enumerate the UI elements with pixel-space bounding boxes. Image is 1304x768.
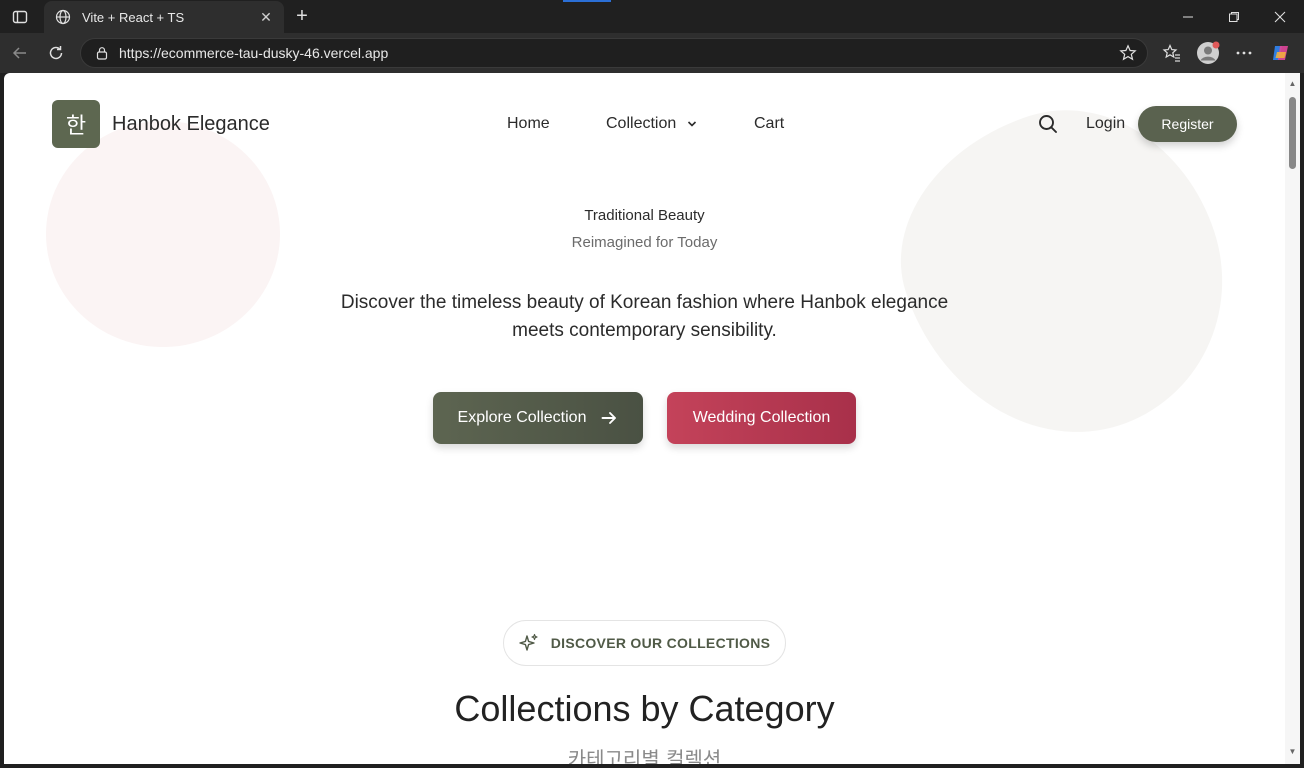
browser-titlebar: Vite + React + TS ✕ + xyxy=(0,0,1304,33)
lock-icon[interactable] xyxy=(93,44,111,62)
profile-avatar-icon[interactable] xyxy=(1194,39,1222,67)
collections-subtitle: 카테고리별 컬렉션 xyxy=(567,747,722,764)
url-text[interactable]: https://ecommerce-tau-dusky-46.vercel.ap… xyxy=(119,45,388,61)
page-viewport: 한 Hanbok Elegance Home Collection Cart L… xyxy=(4,73,1285,764)
hero-eyebrow: Traditional Beauty xyxy=(584,207,705,224)
nav-cart[interactable]: Cart xyxy=(754,115,784,133)
new-tab-icon[interactable]: + xyxy=(290,5,314,27)
tab-indicator xyxy=(563,0,611,2)
arrow-right-icon xyxy=(602,412,617,424)
copilot-icon[interactable] xyxy=(1267,39,1295,67)
close-tab-icon[interactable]: ✕ xyxy=(258,9,274,25)
logo[interactable]: 한 xyxy=(52,100,100,148)
scroll-up-icon[interactable]: ▲ xyxy=(1288,79,1297,88)
restore-icon[interactable] xyxy=(1211,0,1257,33)
page-scrollbar[interactable]: ▲ ▼ xyxy=(1285,73,1300,764)
wedding-collection-button[interactable]: Wedding Collection xyxy=(667,392,856,444)
favorite-star-icon[interactable] xyxy=(1119,44,1137,62)
nav-collection-label: Collection xyxy=(606,115,677,132)
scroll-down-icon[interactable]: ▼ xyxy=(1288,747,1297,756)
brand-name[interactable]: Hanbok Elegance xyxy=(112,113,270,136)
hero-subtitle: Reimagined for Today xyxy=(571,234,718,251)
refresh-icon[interactable] xyxy=(42,39,70,67)
discover-collections-label: DISCOVER OUR COLLECTIONS xyxy=(550,635,771,651)
more-options-icon[interactable] xyxy=(1230,39,1258,67)
nav-home[interactable]: Home xyxy=(507,115,550,133)
explore-collection-label: Explore Collection xyxy=(457,409,587,426)
browser-tab[interactable]: Vite + React + TS ✕ xyxy=(44,1,284,33)
explore-collection-button[interactable]: Explore Collection xyxy=(433,392,643,444)
address-bar[interactable]: https://ecommerce-tau-dusky-46.vercel.ap… xyxy=(80,38,1148,68)
nav-collection[interactable]: Collection xyxy=(606,115,697,133)
discover-collections-badge: DISCOVER OUR COLLECTIONS xyxy=(503,620,786,666)
sparkle-icon xyxy=(519,633,538,651)
minimize-icon[interactable] xyxy=(1165,0,1211,33)
collections-title: Collections by Category xyxy=(454,688,835,729)
close-window-icon[interactable] xyxy=(1257,0,1303,33)
search-icon[interactable] xyxy=(1037,113,1059,135)
globe-icon xyxy=(54,8,72,26)
chevron-down-icon xyxy=(687,121,696,127)
tab-actions-icon[interactable] xyxy=(8,6,32,28)
tab-title: Vite + React + TS xyxy=(82,9,185,25)
scroll-thumb[interactable] xyxy=(1289,97,1296,169)
favorites-icon[interactable] xyxy=(1158,39,1186,67)
back-icon[interactable] xyxy=(6,39,34,67)
register-button[interactable]: Register xyxy=(1138,106,1237,142)
hero-description: Discover the timeless beauty of Korean f… xyxy=(340,292,949,341)
browser-toolbar: https://ecommerce-tau-dusky-46.vercel.ap… xyxy=(0,33,1304,73)
login-link[interactable]: Login xyxy=(1086,115,1125,133)
